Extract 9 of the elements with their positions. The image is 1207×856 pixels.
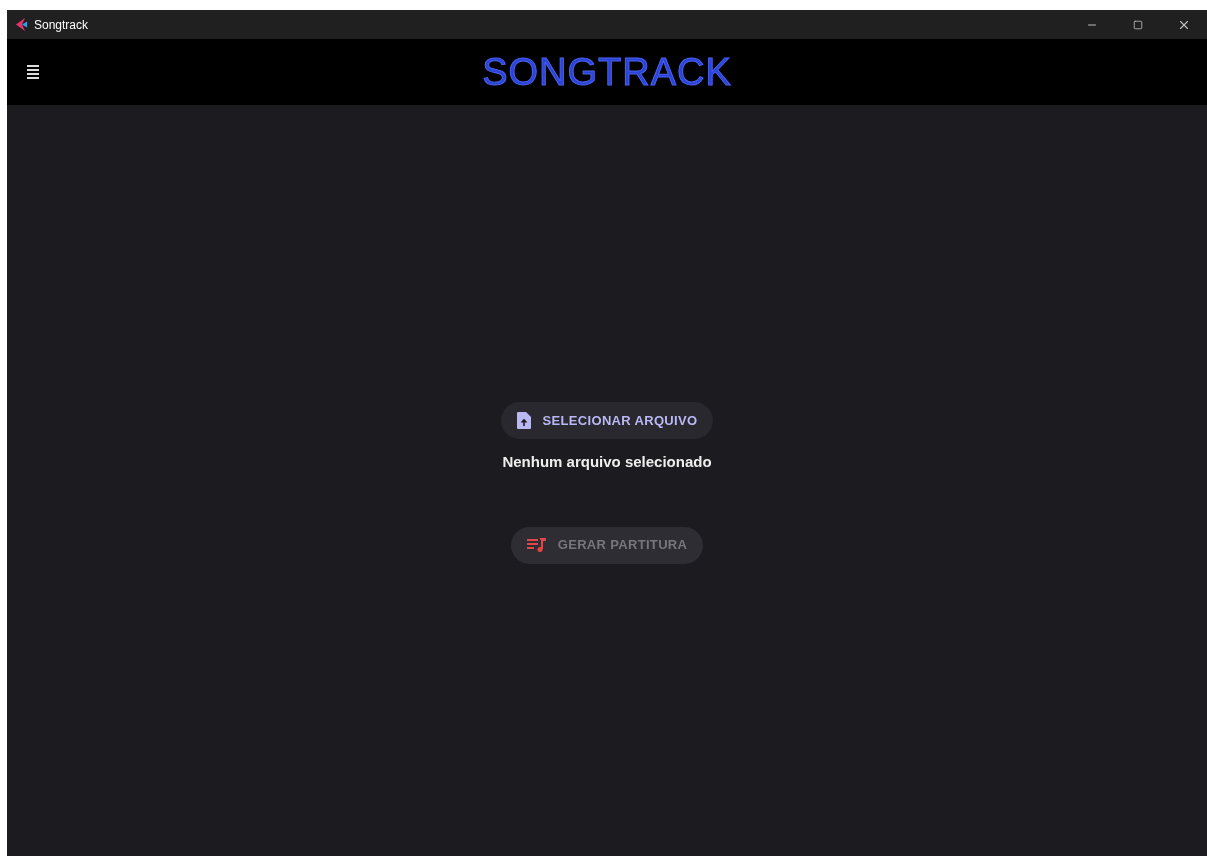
window-title: Songtrack: [34, 16, 89, 34]
file-upload-icon: [516, 412, 531, 429]
file-status-text: Nenhum arquivo selecionado: [502, 452, 712, 472]
select-file-button[interactable]: SELECIONAR ARQUIVO: [500, 402, 714, 439]
app-logo: SONGTRACK: [482, 53, 732, 91]
menu-icon[interactable]: [27, 65, 39, 79]
app-logo-icon: [16, 18, 28, 31]
maximize-icon: [1133, 19, 1143, 30]
music-list-icon: [526, 538, 546, 552]
